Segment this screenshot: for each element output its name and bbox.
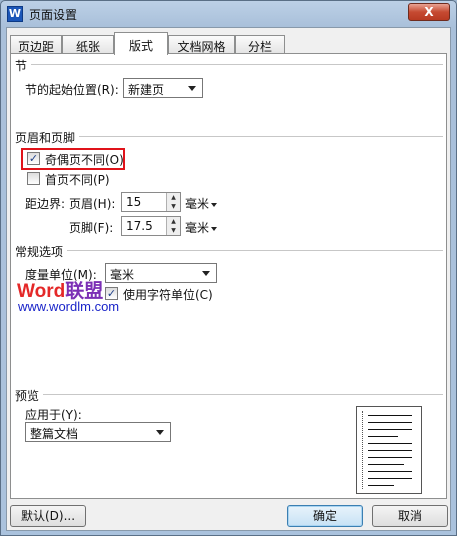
general-separator xyxy=(15,250,443,251)
odd-even-label: 奇偶页不同(O) xyxy=(45,153,124,167)
preview-line xyxy=(368,471,412,472)
apply-to-select[interactable]: 整篇文档 xyxy=(25,422,171,442)
tab-document-grid[interactable]: 文档网格 xyxy=(168,35,235,54)
header-unit-dropdown[interactable]: 毫米 xyxy=(185,195,218,212)
preview-group-title: 预览 xyxy=(15,387,44,404)
measure-unit-select[interactable]: 毫米 xyxy=(105,263,217,283)
binding-line xyxy=(362,411,363,489)
spin-up-icon[interactable]: ▲ xyxy=(167,217,180,226)
layout-panel: 节 节的起始位置(R): 新建页 页眉和页脚 ✓ 奇偶页不同(O) 首页不同(P… xyxy=(10,53,447,499)
odd-even-checkbox[interactable]: ✓ xyxy=(27,152,40,165)
watermark-logo: Word联盟 www.wordlm.com xyxy=(17,276,119,314)
measure-unit-value: 毫米 xyxy=(110,268,135,282)
first-page-checkbox[interactable] xyxy=(27,172,40,185)
chevron-down-icon xyxy=(156,430,164,435)
first-page-checkbox-row[interactable]: 首页不同(P) xyxy=(27,171,123,187)
ok-button[interactable]: 确定 xyxy=(287,505,363,527)
tab-layout[interactable]: 版式 xyxy=(114,32,168,55)
header-footer-separator xyxy=(15,136,443,137)
spin-up-icon[interactable]: ▲ xyxy=(167,193,180,202)
preview-line xyxy=(368,429,412,430)
chevron-down-icon xyxy=(188,86,196,91)
header-distance-spinner[interactable]: 15 ▲ ▼ xyxy=(121,192,181,212)
caret-down-icon xyxy=(211,226,218,231)
dialog-client-area: 页边距 纸张 版式 文档网格 分栏 节 节的起始位置(R): 新建页 页眉和页脚… xyxy=(6,27,451,531)
cancel-button[interactable]: 取消 xyxy=(372,505,448,527)
close-button[interactable]: X xyxy=(408,3,450,21)
footer-unit-label: 毫米 xyxy=(185,221,210,235)
header-footer-group-title: 页眉和页脚 xyxy=(15,129,80,146)
preview-line xyxy=(368,478,412,479)
header-unit-label: 毫米 xyxy=(185,197,210,211)
spinner-buttons[interactable]: ▲ ▼ xyxy=(166,193,180,211)
preview-line xyxy=(368,450,412,451)
page-preview xyxy=(356,406,422,494)
tab-margins[interactable]: 页边距 xyxy=(10,35,62,54)
footer-distance-value: 17.5 xyxy=(126,219,153,233)
section-start-value: 新建页 xyxy=(128,83,165,97)
char-unit-checkbox-row[interactable]: ✓ 使用字符单位(C) xyxy=(105,286,225,302)
section-group-title: 节 xyxy=(15,57,32,74)
title-bar[interactable]: W 页面设置 X xyxy=(1,1,456,27)
section-start-select[interactable]: 新建页 xyxy=(123,78,203,98)
spin-down-icon[interactable]: ▼ xyxy=(167,202,180,211)
distance-label: 距边界: xyxy=(25,197,66,211)
apply-to-label: 应用于(Y): xyxy=(25,408,82,422)
section-start-label: 节的起始位置(R): xyxy=(25,83,119,97)
footer-unit-dropdown[interactable]: 毫米 xyxy=(185,219,218,236)
preview-line xyxy=(368,457,412,458)
footer-distance-spinner[interactable]: 17.5 ▲ ▼ xyxy=(121,216,181,236)
tab-columns[interactable]: 分栏 xyxy=(235,35,285,54)
page-setup-dialog: W 页面设置 X 页边距 纸张 版式 文档网格 分栏 节 节的起始位置(R): … xyxy=(0,0,457,536)
first-page-label: 首页不同(P) xyxy=(45,173,110,187)
preview-separator xyxy=(15,394,443,395)
header-distance-value: 15 xyxy=(126,195,142,209)
chevron-down-icon xyxy=(202,271,210,276)
caret-down-icon xyxy=(211,202,218,207)
default-button[interactable]: 默认(D)... xyxy=(10,505,86,527)
dialog-title: 页面设置 xyxy=(29,8,78,22)
tab-paper[interactable]: 纸张 xyxy=(62,35,114,54)
preview-line xyxy=(368,485,394,486)
header-distance-label: 页眉(H): xyxy=(69,197,116,211)
spinner-buttons[interactable]: ▲ ▼ xyxy=(166,217,180,235)
section-separator xyxy=(15,64,443,65)
watermark-url: www.wordlm.com xyxy=(18,299,120,314)
preview-line xyxy=(368,443,412,444)
spin-down-icon[interactable]: ▼ xyxy=(167,226,180,235)
apply-to-value: 整篇文档 xyxy=(30,427,79,441)
char-unit-label: 使用字符单位(C) xyxy=(123,288,213,302)
footer-distance-label: 页脚(F): xyxy=(69,221,114,235)
preview-line xyxy=(368,422,412,423)
preview-line xyxy=(368,415,412,416)
general-group-title: 常规选项 xyxy=(15,243,68,260)
wps-writer-icon: W xyxy=(7,6,23,22)
preview-line xyxy=(368,436,398,437)
preview-line xyxy=(368,464,404,465)
odd-even-checkbox-row[interactable]: ✓ 奇偶页不同(O) xyxy=(27,151,124,167)
